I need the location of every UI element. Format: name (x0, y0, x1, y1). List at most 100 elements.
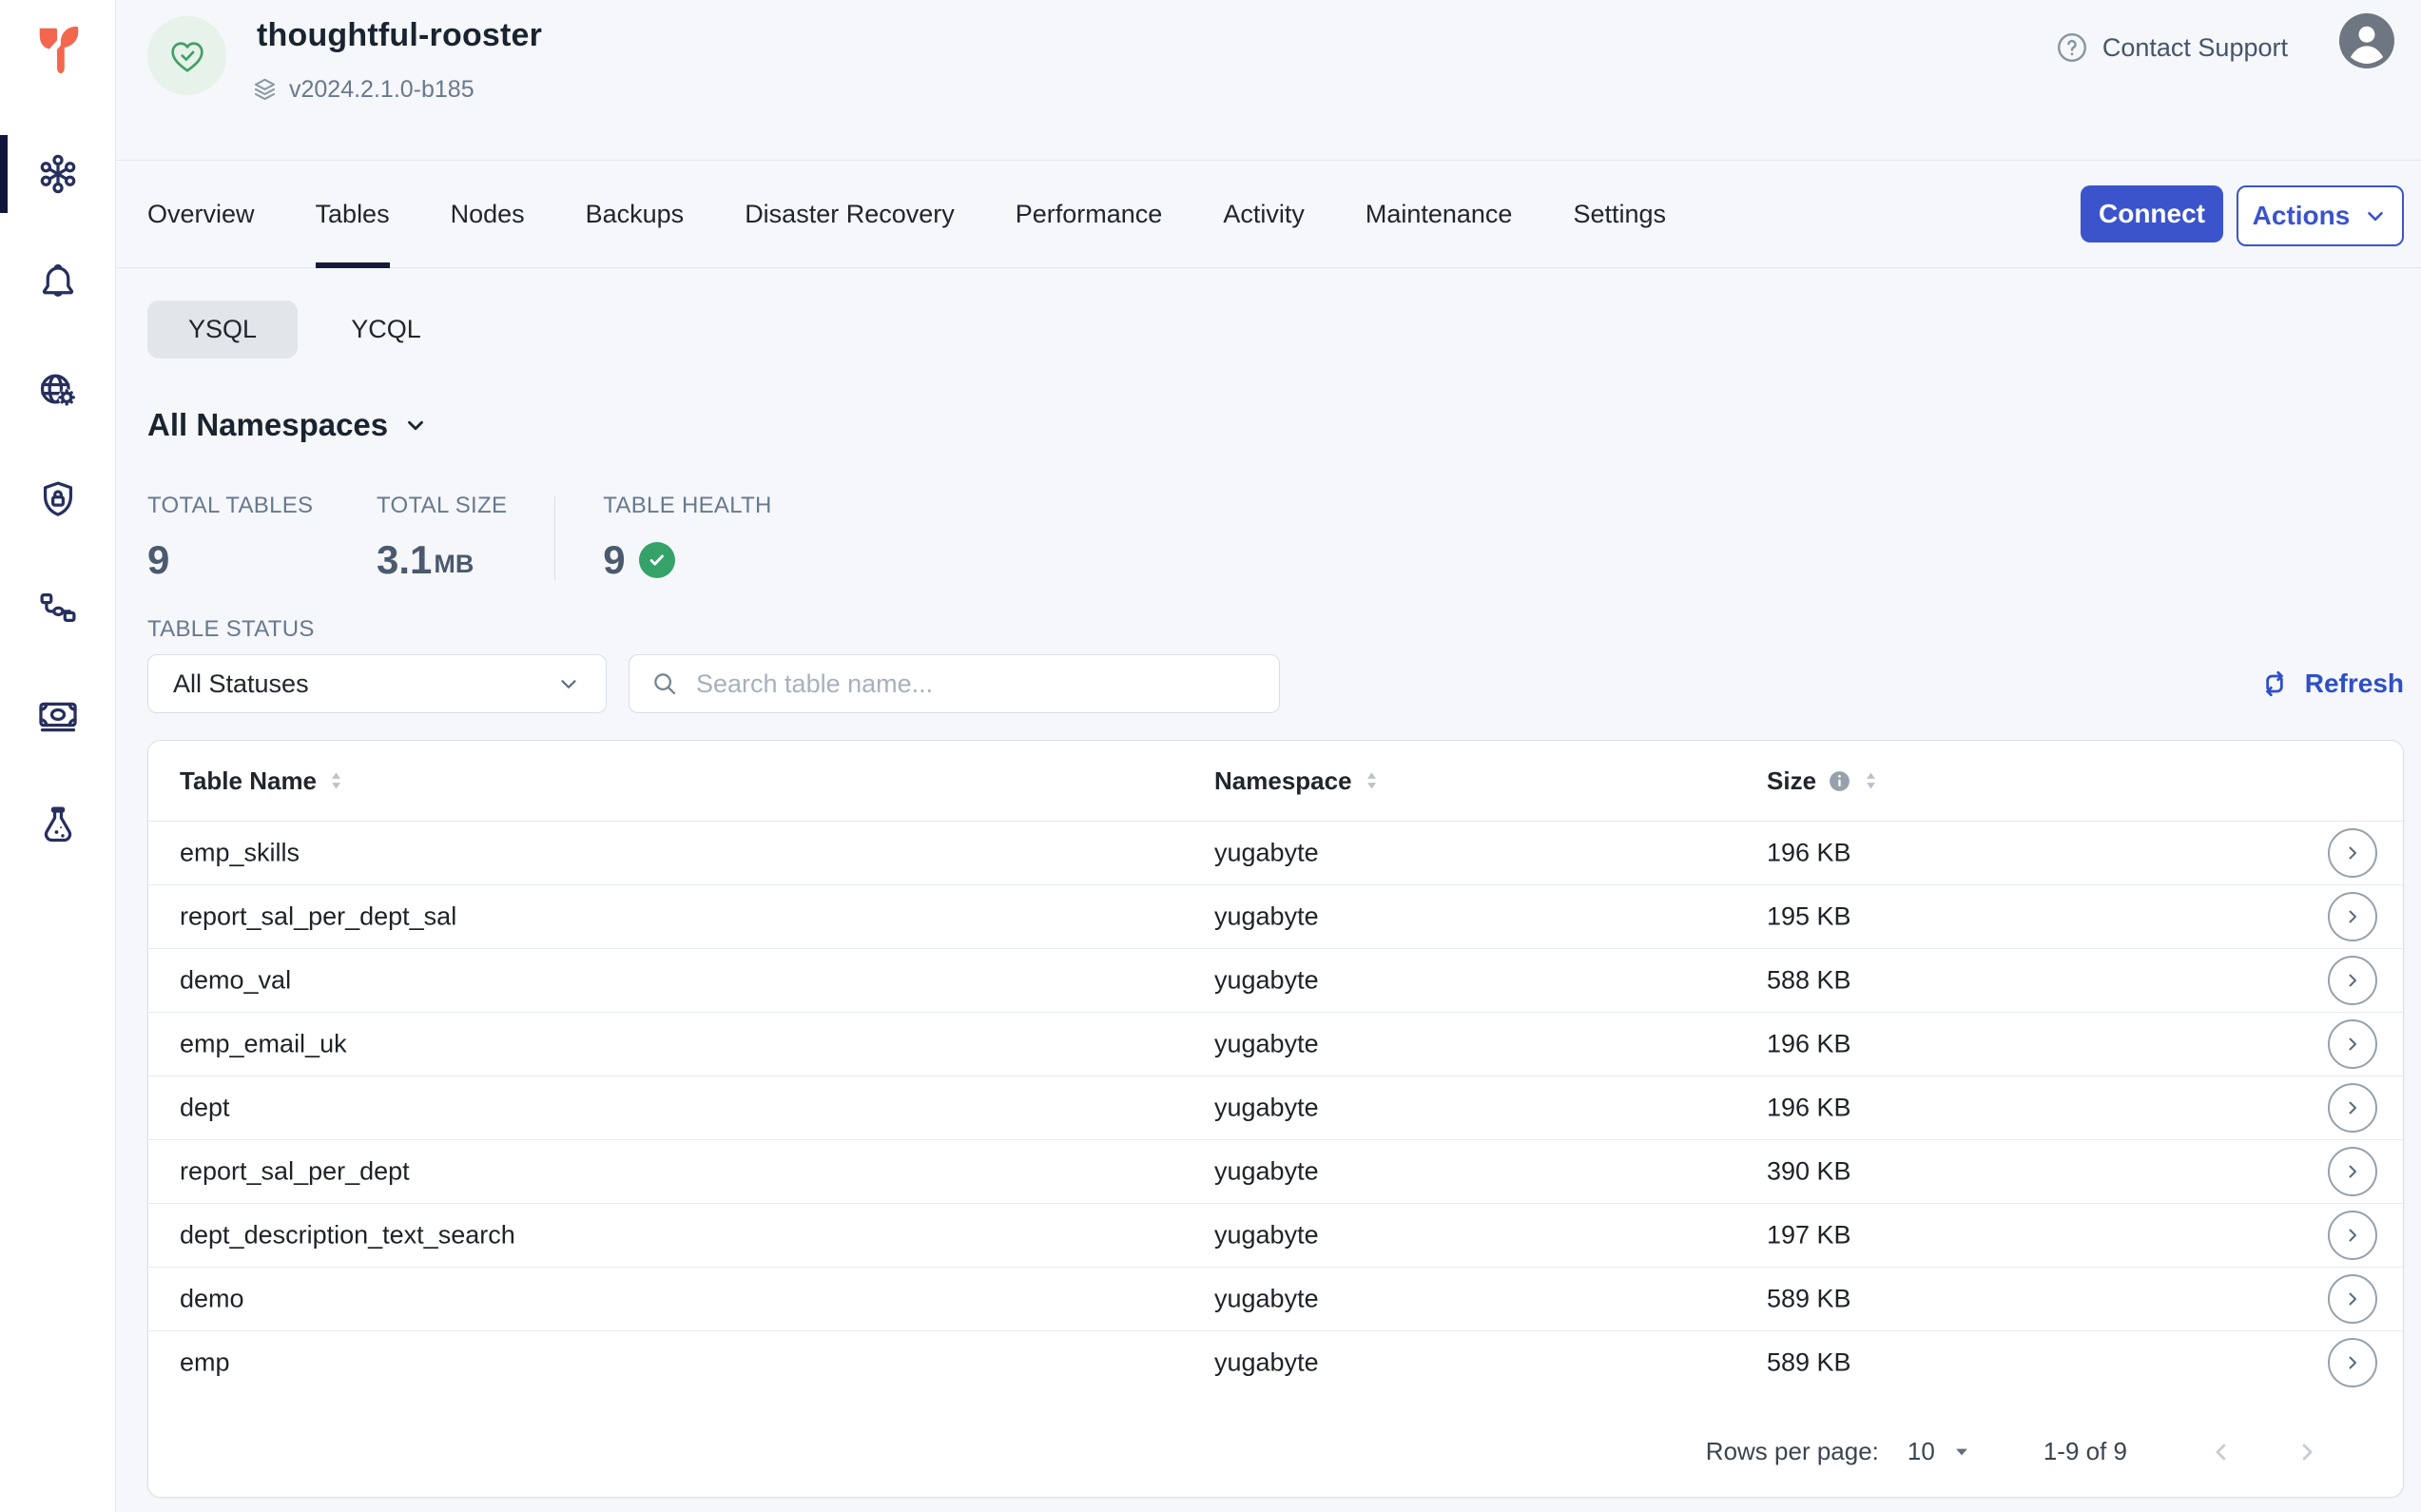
yugabyte-logo[interactable] (32, 21, 84, 76)
namespace-filter[interactable]: All Namespaces (147, 407, 428, 443)
stat-value: 3.1 (377, 540, 432, 580)
version-label: v2024.2.1.0-b185 (289, 76, 475, 104)
table-row[interactable]: dept yugabyte 196 KB (148, 1076, 2403, 1140)
table-row[interactable]: dept_description_text_search yugabyte 19… (148, 1204, 2403, 1268)
table-status-label: TABLE STATUS (147, 616, 315, 643)
sidebar-nav (0, 152, 115, 846)
heart-check-icon (165, 34, 209, 78)
chevron-right-icon (2341, 842, 2364, 864)
cell-namespace: yugabyte (1214, 966, 1319, 996)
stats-divider (554, 496, 555, 580)
row-expand-button[interactable] (2328, 892, 2377, 941)
table-stats: TOTAL TABLES 9 TOTAL SIZE 3.1 MB TABLE H… (147, 493, 772, 580)
sidebar-item-cloud-config[interactable] (0, 369, 115, 413)
sidebar (0, 0, 116, 1512)
pagination-prev-button[interactable] (2207, 1438, 2236, 1466)
cell-namespace: yugabyte (1214, 902, 1319, 932)
cell-namespace: yugabyte (1214, 1094, 1319, 1123)
column-header-table-name[interactable]: Table Name (180, 741, 344, 821)
chevron-left-icon (2208, 1439, 2235, 1465)
alerts-bell-icon (36, 261, 80, 304)
rows-per-page-label: Rows per page: (1706, 1437, 1879, 1466)
cell-namespace: yugabyte (1214, 1285, 1319, 1314)
row-expand-button[interactable] (2328, 828, 2377, 878)
row-expand-button[interactable] (2328, 1083, 2377, 1133)
row-expand-button[interactable] (2328, 1147, 2377, 1196)
tab-performance[interactable]: Performance (1016, 161, 1163, 267)
tab-activity[interactable]: Activity (1223, 161, 1305, 267)
sidebar-item-alerts[interactable] (0, 261, 115, 304)
column-label: Namespace (1214, 766, 1352, 796)
sidebar-item-billing[interactable] (0, 694, 115, 738)
main-area: thoughtful-rooster v2024.2.1.0-b185 Cont… (115, 0, 2421, 1512)
stat-total-tables: TOTAL TABLES 9 (147, 493, 377, 580)
tab-overview[interactable]: Overview (147, 161, 255, 267)
row-expand-button[interactable] (2328, 1019, 2377, 1069)
cell-table-name: emp (180, 1348, 230, 1378)
sidebar-item-automation[interactable] (0, 586, 115, 630)
tab-backups[interactable]: Backups (586, 161, 685, 267)
user-avatar[interactable] (2339, 13, 2394, 68)
table-row[interactable]: demo_val yugabyte 588 KB (148, 949, 2403, 1013)
stat-label: TOTAL TABLES (147, 493, 377, 519)
tab-nodes[interactable]: Nodes (451, 161, 525, 267)
pagination: Rows per page: 10 1-9 of 9 (1706, 1437, 2321, 1466)
tab-settings[interactable]: Settings (1573, 161, 1666, 267)
row-expand-button[interactable] (2328, 956, 2377, 1005)
refresh-button[interactable]: Refresh (2259, 654, 2404, 713)
sort-icon (1364, 769, 1380, 792)
table-row[interactable]: report_sal_per_dept_sal yugabyte 195 KB (148, 885, 2403, 949)
stat-unit: MB (434, 552, 474, 580)
pagination-next-button[interactable] (2293, 1438, 2321, 1466)
cell-size: 195 KB (1767, 902, 1851, 932)
cell-size: 589 KB (1767, 1285, 1851, 1314)
cell-size: 196 KB (1767, 839, 1851, 868)
table-row[interactable]: emp_email_uk yugabyte 196 KB (148, 1013, 2403, 1076)
connect-button[interactable]: Connect (2081, 185, 2223, 242)
status-select[interactable]: All Statuses (147, 654, 607, 713)
table-row[interactable]: emp yugabyte 589 KB (148, 1331, 2403, 1394)
table-row[interactable]: emp_skills yugabyte 196 KB (148, 822, 2403, 885)
version-row: v2024.2.1.0-b185 (252, 76, 475, 104)
stat-total-size: TOTAL SIZE 3.1 MB (377, 493, 507, 580)
tab-tables[interactable]: Tables (316, 161, 390, 267)
page-title: thoughtful-rooster (257, 17, 542, 54)
stat-label: TOTAL SIZE (377, 493, 507, 519)
search-input[interactable] (694, 669, 1258, 700)
cell-size: 196 KB (1767, 1094, 1851, 1123)
tab-disaster-recovery[interactable]: Disaster Recovery (745, 161, 955, 267)
actions-dropdown-button[interactable]: Actions (2237, 185, 2404, 246)
cell-size: 196 KB (1767, 1030, 1851, 1059)
status-select-value: All Statuses (173, 669, 309, 699)
row-expand-button[interactable] (2328, 1338, 2377, 1387)
chevron-right-icon (2341, 1224, 2364, 1247)
table-row[interactable]: demo yugabyte 589 KB (148, 1268, 2403, 1331)
toggle-ycql[interactable]: YCQL (311, 300, 461, 359)
cluster-header: thoughtful-rooster v2024.2.1.0-b185 Cont… (115, 0, 2421, 161)
stat-label: TABLE HEALTH (603, 493, 771, 519)
sidebar-item-clusters[interactable] (0, 152, 115, 196)
column-header-namespace[interactable]: Namespace (1214, 741, 1380, 821)
row-expand-button[interactable] (2328, 1211, 2377, 1260)
table-header-row: Table Name Namespace Size (148, 741, 2403, 822)
labs-flask-icon (36, 803, 80, 846)
chevron-right-icon (2341, 1351, 2364, 1374)
search-icon (650, 669, 679, 698)
contact-support-link[interactable]: Contact Support (2055, 0, 2288, 95)
row-expand-button[interactable] (2328, 1274, 2377, 1324)
billing-money-icon (36, 694, 80, 738)
chevron-down-icon (2363, 204, 2388, 228)
cell-namespace: yugabyte (1214, 1157, 1319, 1187)
column-label: Table Name (180, 766, 317, 796)
column-header-size[interactable]: Size (1767, 741, 1879, 821)
sidebar-item-security[interactable] (0, 477, 115, 521)
cloud-config-globe-gear-icon (36, 369, 80, 413)
cell-size: 588 KB (1767, 966, 1851, 996)
table-row[interactable]: report_sal_per_dept yugabyte 390 KB (148, 1140, 2403, 1204)
tab-maintenance[interactable]: Maintenance (1365, 161, 1513, 267)
toggle-ysql[interactable]: YSQL (147, 300, 298, 359)
rows-per-page-select[interactable]: 10 (1908, 1437, 1971, 1466)
cell-table-name: demo_val (180, 966, 291, 996)
chevron-right-icon (2341, 1160, 2364, 1183)
sidebar-item-labs[interactable] (0, 803, 115, 846)
